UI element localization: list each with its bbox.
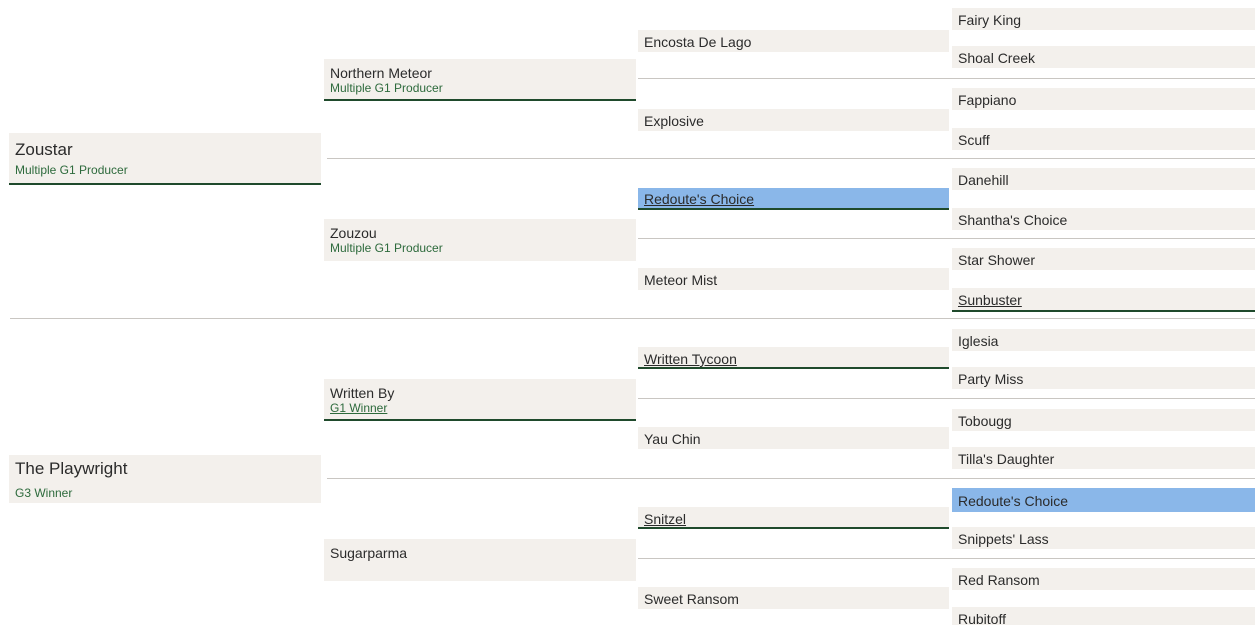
pedigree-gen4-item[interactable]: Shantha's Choice <box>952 208 1255 230</box>
pedigree-gen2-item[interactable]: Zouzou Multiple G1 Producer <box>324 219 636 261</box>
pedigree-gen3-item[interactable]: Redoute's Choice <box>638 188 949 210</box>
horse-name: Sugarparma <box>330 545 408 561</box>
pedigree-gen2-item[interactable]: Northern Meteor Multiple G1 Producer <box>324 59 636 101</box>
horse-name: Zoustar <box>15 140 73 159</box>
horse-name: Iglesia <box>958 333 999 349</box>
horse-name: Yau Chin <box>644 431 701 447</box>
pedigree-gen2-item[interactable]: Written By G1 Winner <box>324 379 636 421</box>
pedigree-gen3-item[interactable]: Explosive <box>638 109 949 131</box>
pedigree-gen4-item[interactable]: Tilla's Daughter <box>952 447 1255 469</box>
pedigree-gen3-item[interactable]: Sweet Ransom <box>638 587 949 609</box>
horse-name: Star Shower <box>958 252 1036 268</box>
pedigree-gen4-item[interactable]: Fappiano <box>952 88 1255 110</box>
separator <box>638 238 1255 239</box>
pedigree-gen3-item[interactable]: Yau Chin <box>638 427 949 449</box>
horse-name: Shoal Creek <box>958 50 1036 66</box>
horse-note: Multiple G1 Producer <box>330 241 443 255</box>
pedigree-gen4-item[interactable]: Danehill <box>952 168 1255 190</box>
pedigree-gen3-item[interactable]: Written Tycoon <box>638 347 949 369</box>
pedigree-gen3-item[interactable]: Encosta De Lago <box>638 30 949 52</box>
pedigree-gen4-item[interactable]: Fairy King <box>952 8 1255 30</box>
pedigree-gen4-item[interactable]: Sunbuster <box>952 288 1255 312</box>
separator <box>10 318 1255 319</box>
pedigree-gen4-item[interactable]: Star Shower <box>952 248 1255 270</box>
horse-name: Fairy King <box>958 12 1022 28</box>
separator <box>327 158 1255 159</box>
horse-name: Zouzou <box>330 225 377 241</box>
horse-name: Redoute's Choice <box>644 191 755 207</box>
horse-name: Redoute's Choice <box>958 493 1069 509</box>
horse-name: Meteor Mist <box>644 272 718 288</box>
separator <box>638 398 1255 399</box>
pedigree-gen4-item[interactable]: Party Miss <box>952 367 1255 389</box>
horse-name: Scuff <box>958 132 990 148</box>
horse-note: G3 Winner <box>15 486 73 500</box>
horse-name: Northern Meteor <box>330 65 432 81</box>
pedigree-gen4-item[interactable]: Scuff <box>952 128 1255 150</box>
horse-name: Snitzel <box>644 511 687 527</box>
horse-name: Sweet Ransom <box>644 591 739 607</box>
horse-name: Red Ransom <box>958 572 1040 588</box>
horse-name: Written By <box>330 385 395 401</box>
horse-name: Written Tycoon <box>644 351 737 367</box>
separator <box>638 558 1255 559</box>
horse-name: Explosive <box>644 113 704 129</box>
horse-name: Sunbuster <box>958 292 1022 308</box>
pedigree-gen4-item[interactable]: Shoal Creek <box>952 46 1255 68</box>
horse-name: Shantha's Choice <box>958 212 1068 228</box>
pedigree-gen3-item[interactable]: Meteor Mist <box>638 268 949 290</box>
separator <box>327 478 1255 479</box>
pedigree-gen1-dam[interactable]: The Playwright G3 Winner <box>9 455 321 503</box>
horse-name: Danehill <box>958 172 1009 188</box>
horse-name: Snippets' Lass <box>958 531 1049 547</box>
horse-note: Multiple G1 Producer <box>15 163 128 177</box>
pedigree-gen4-item[interactable]: Snippets' Lass <box>952 527 1255 549</box>
horse-name: Party Miss <box>958 371 1024 387</box>
pedigree-gen4-item[interactable]: Tobougg <box>952 409 1255 431</box>
horse-name: Tobougg <box>958 413 1012 429</box>
separator <box>638 78 1255 79</box>
horse-name: Fappiano <box>958 92 1017 108</box>
pedigree-gen2-item[interactable]: Sugarparma <box>324 539 636 581</box>
pedigree-gen3-item[interactable]: Snitzel <box>638 507 949 529</box>
horse-name: Encosta De Lago <box>644 34 752 50</box>
pedigree-gen4-item[interactable]: Iglesia <box>952 329 1255 351</box>
pedigree-gen1-sire[interactable]: Zoustar Multiple G1 Producer <box>9 133 321 185</box>
pedigree-gen4-item[interactable]: Rubitoff <box>952 607 1255 627</box>
horse-note: G1 Winner <box>330 401 388 415</box>
pedigree-gen4-item[interactable]: Red Ransom <box>952 568 1255 590</box>
pedigree-gen4-item[interactable]: Redoute's Choice <box>952 488 1255 512</box>
horse-name: The Playwright <box>15 459 128 478</box>
horse-name: Tilla's Daughter <box>958 451 1055 467</box>
horse-note: Multiple G1 Producer <box>330 81 443 95</box>
